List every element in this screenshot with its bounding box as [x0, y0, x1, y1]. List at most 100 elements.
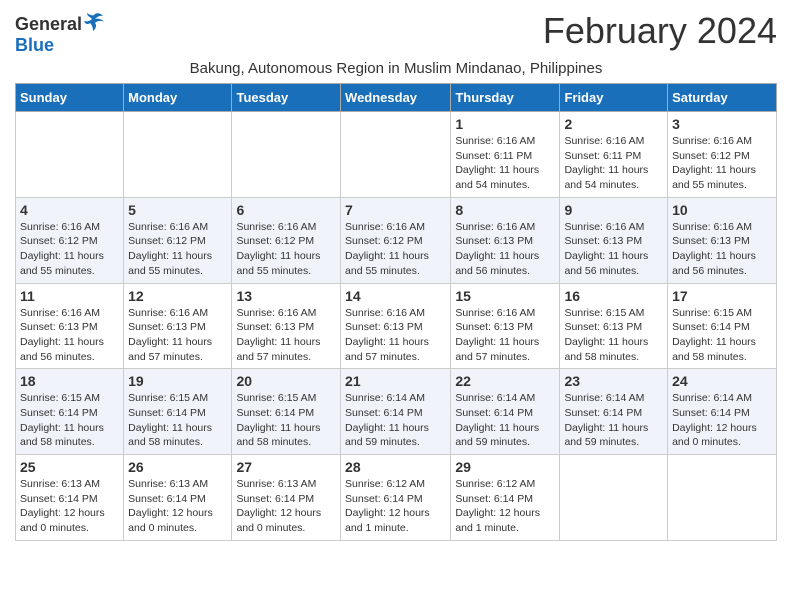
- calendar-cell: 8 Sunrise: 6:16 AM Sunset: 6:13 PM Daylig…: [451, 197, 560, 283]
- day-number: 1: [455, 116, 555, 132]
- day-header-wednesday: Wednesday: [341, 84, 451, 112]
- calendar-table: SundayMondayTuesdayWednesdayThursdayFrid…: [15, 83, 777, 541]
- main-title: February 2024: [543, 10, 777, 52]
- day-number: 18: [20, 373, 119, 389]
- calendar-cell: 20Sunrise: 6:15 AM Sunset: 6:14 PM Dayli…: [232, 369, 341, 455]
- calendar-cell: 15 Sunrise: 6:16 AM Sunset: 6:13 PM Dayli…: [451, 283, 560, 369]
- calendar-cell: 5Sunrise: 6:16 AM Sunset: 6:12 PM Daylig…: [124, 197, 232, 283]
- calendar-cell: [341, 112, 451, 198]
- day-number: 26: [128, 459, 227, 475]
- calendar-cell: 10 Sunrise: 6:16 AM Sunset: 6:13 PM Dayli…: [668, 197, 777, 283]
- day-number: 10: [672, 202, 772, 218]
- day-number: 3: [672, 116, 772, 132]
- calendar-cell: 6Sunrise: 6:16 AM Sunset: 6:12 PM Daylig…: [232, 197, 341, 283]
- day-header-friday: Friday: [560, 84, 668, 112]
- week-row-4: 18 Sunrise: 6:15 AM Sunset: 6:14 PM Dayli…: [16, 369, 777, 455]
- day-info: Sunrise: 6:14 AM Sunset: 6:14 PM Dayligh…: [672, 391, 772, 450]
- day-info: Sunrise: 6:16 AM Sunset: 6:12 PM Dayligh…: [236, 220, 336, 279]
- logo-general-text: General: [15, 14, 82, 35]
- day-number: 2: [564, 116, 663, 132]
- calendar-cell: 28 Sunrise: 6:12 AM Sunset: 6:14 PM Dayli…: [341, 455, 451, 541]
- calendar-cell: 26Sunrise: 6:13 AM Sunset: 6:14 PM Dayli…: [124, 455, 232, 541]
- day-info: Sunrise: 6:12 AM Sunset: 6:14 PM Dayligh…: [345, 477, 446, 536]
- calendar-cell: 3 Sunrise: 6:16 AM Sunset: 6:12 PM Daylig…: [668, 112, 777, 198]
- logo-bird-icon: [83, 11, 105, 33]
- day-number: 12: [128, 288, 227, 304]
- day-info: Sunrise: 6:12 AM Sunset: 6:14 PM Dayligh…: [455, 477, 555, 536]
- day-number: 28: [345, 459, 446, 475]
- day-number: 15: [455, 288, 555, 304]
- day-number: 21: [345, 373, 446, 389]
- calendar-cell: 23Sunrise: 6:14 AM Sunset: 6:14 PM Dayli…: [560, 369, 668, 455]
- day-info: Sunrise: 6:15 AM Sunset: 6:14 PM Dayligh…: [128, 391, 227, 450]
- day-header-sunday: Sunday: [16, 84, 124, 112]
- day-number: 17: [672, 288, 772, 304]
- day-number: 13: [236, 288, 336, 304]
- week-row-3: 11 Sunrise: 6:16 AM Sunset: 6:13 PM Dayli…: [16, 283, 777, 369]
- day-number: 9: [564, 202, 663, 218]
- day-header-thursday: Thursday: [451, 84, 560, 112]
- day-info: Sunrise: 6:14 AM Sunset: 6:14 PM Dayligh…: [345, 391, 446, 450]
- week-row-1: 1 Sunrise: 6:16 AM Sunset: 6:11 PM Daylig…: [16, 112, 777, 198]
- calendar-cell: 11 Sunrise: 6:16 AM Sunset: 6:13 PM Dayli…: [16, 283, 124, 369]
- calendar-cell: [668, 455, 777, 541]
- day-info: Sunrise: 6:16 AM Sunset: 6:13 PM Dayligh…: [345, 306, 446, 365]
- day-number: 5: [128, 202, 227, 218]
- calendar-cell: [16, 112, 124, 198]
- calendar-cell: 2 Sunrise: 6:16 AM Sunset: 6:11 PM Daylig…: [560, 112, 668, 198]
- calendar-cell: [124, 112, 232, 198]
- calendar-cell: 21 Sunrise: 6:14 AM Sunset: 6:14 PM Dayli…: [341, 369, 451, 455]
- day-header-saturday: Saturday: [668, 84, 777, 112]
- day-info: Sunrise: 6:13 AM Sunset: 6:14 PM Dayligh…: [236, 477, 336, 536]
- day-header-monday: Monday: [124, 84, 232, 112]
- day-info: Sunrise: 6:15 AM Sunset: 6:14 PM Dayligh…: [672, 306, 772, 365]
- calendar-cell: [560, 455, 668, 541]
- calendar-cell: 24 Sunrise: 6:14 AM Sunset: 6:14 PM Dayli…: [668, 369, 777, 455]
- day-info: Sunrise: 6:16 AM Sunset: 6:13 PM Dayligh…: [455, 220, 555, 279]
- calendar-cell: 4 Sunrise: 6:16 AM Sunset: 6:12 PM Daylig…: [16, 197, 124, 283]
- day-number: 8: [455, 202, 555, 218]
- calendar-cell: 16 Sunrise: 6:15 AM Sunset: 6:13 PM Dayli…: [560, 283, 668, 369]
- day-number: 22: [455, 373, 555, 389]
- calendar-cell: 14 Sunrise: 6:16 AM Sunset: 6:13 PM Dayli…: [341, 283, 451, 369]
- calendar-cell: 18 Sunrise: 6:15 AM Sunset: 6:14 PM Dayli…: [16, 369, 124, 455]
- day-number: 11: [20, 288, 119, 304]
- calendar-cell: 29Sunrise: 6:12 AM Sunset: 6:14 PM Dayli…: [451, 455, 560, 541]
- day-info: Sunrise: 6:16 AM Sunset: 6:12 PM Dayligh…: [672, 134, 772, 193]
- day-number: 14: [345, 288, 446, 304]
- calendar-cell: 12 Sunrise: 6:16 AM Sunset: 6:13 PM Dayli…: [124, 283, 232, 369]
- calendar-cell: 22 Sunrise: 6:14 AM Sunset: 6:14 PM Dayli…: [451, 369, 560, 455]
- day-info: Sunrise: 6:16 AM Sunset: 6:12 PM Dayligh…: [345, 220, 446, 279]
- calendar-cell: [232, 112, 341, 198]
- day-info: Sunrise: 6:16 AM Sunset: 6:11 PM Dayligh…: [564, 134, 663, 193]
- day-number: 27: [236, 459, 336, 475]
- day-info: Sunrise: 6:13 AM Sunset: 6:14 PM Dayligh…: [20, 477, 119, 536]
- day-number: 16: [564, 288, 663, 304]
- day-info: Sunrise: 6:16 AM Sunset: 6:11 PM Dayligh…: [455, 134, 555, 193]
- day-info: Sunrise: 6:16 AM Sunset: 6:13 PM Dayligh…: [672, 220, 772, 279]
- day-info: Sunrise: 6:16 AM Sunset: 6:13 PM Dayligh…: [128, 306, 227, 365]
- day-number: 7: [345, 202, 446, 218]
- header: General Blue February 2024: [15, 10, 777, 56]
- day-info: Sunrise: 6:16 AM Sunset: 6:12 PM Dayligh…: [20, 220, 119, 279]
- day-info: Sunrise: 6:14 AM Sunset: 6:14 PM Dayligh…: [564, 391, 663, 450]
- day-number: 20: [236, 373, 336, 389]
- calendar-cell: 25 Sunrise: 6:13 AM Sunset: 6:14 PM Dayli…: [16, 455, 124, 541]
- day-info: Sunrise: 6:16 AM Sunset: 6:13 PM Dayligh…: [20, 306, 119, 365]
- day-info: Sunrise: 6:16 AM Sunset: 6:13 PM Dayligh…: [455, 306, 555, 365]
- calendar-cell: 17 Sunrise: 6:15 AM Sunset: 6:14 PM Dayli…: [668, 283, 777, 369]
- day-info: Sunrise: 6:16 AM Sunset: 6:13 PM Dayligh…: [236, 306, 336, 365]
- day-info: Sunrise: 6:15 AM Sunset: 6:13 PM Dayligh…: [564, 306, 663, 365]
- calendar-cell: 7 Sunrise: 6:16 AM Sunset: 6:12 PM Daylig…: [341, 197, 451, 283]
- day-number: 4: [20, 202, 119, 218]
- calendar-cell: 1 Sunrise: 6:16 AM Sunset: 6:11 PM Daylig…: [451, 112, 560, 198]
- day-info: Sunrise: 6:14 AM Sunset: 6:14 PM Dayligh…: [455, 391, 555, 450]
- day-number: 24: [672, 373, 772, 389]
- logo: General Blue: [15, 10, 105, 56]
- calendar-cell: 13 Sunrise: 6:16 AM Sunset: 6:13 PM Dayli…: [232, 283, 341, 369]
- day-info: Sunrise: 6:15 AM Sunset: 6:14 PM Dayligh…: [20, 391, 119, 450]
- calendar-cell: 9Sunrise: 6:16 AM Sunset: 6:13 PM Daylig…: [560, 197, 668, 283]
- days-header-row: SundayMondayTuesdayWednesdayThursdayFrid…: [16, 84, 777, 112]
- title-area: February 2024: [543, 10, 777, 52]
- day-number: 25: [20, 459, 119, 475]
